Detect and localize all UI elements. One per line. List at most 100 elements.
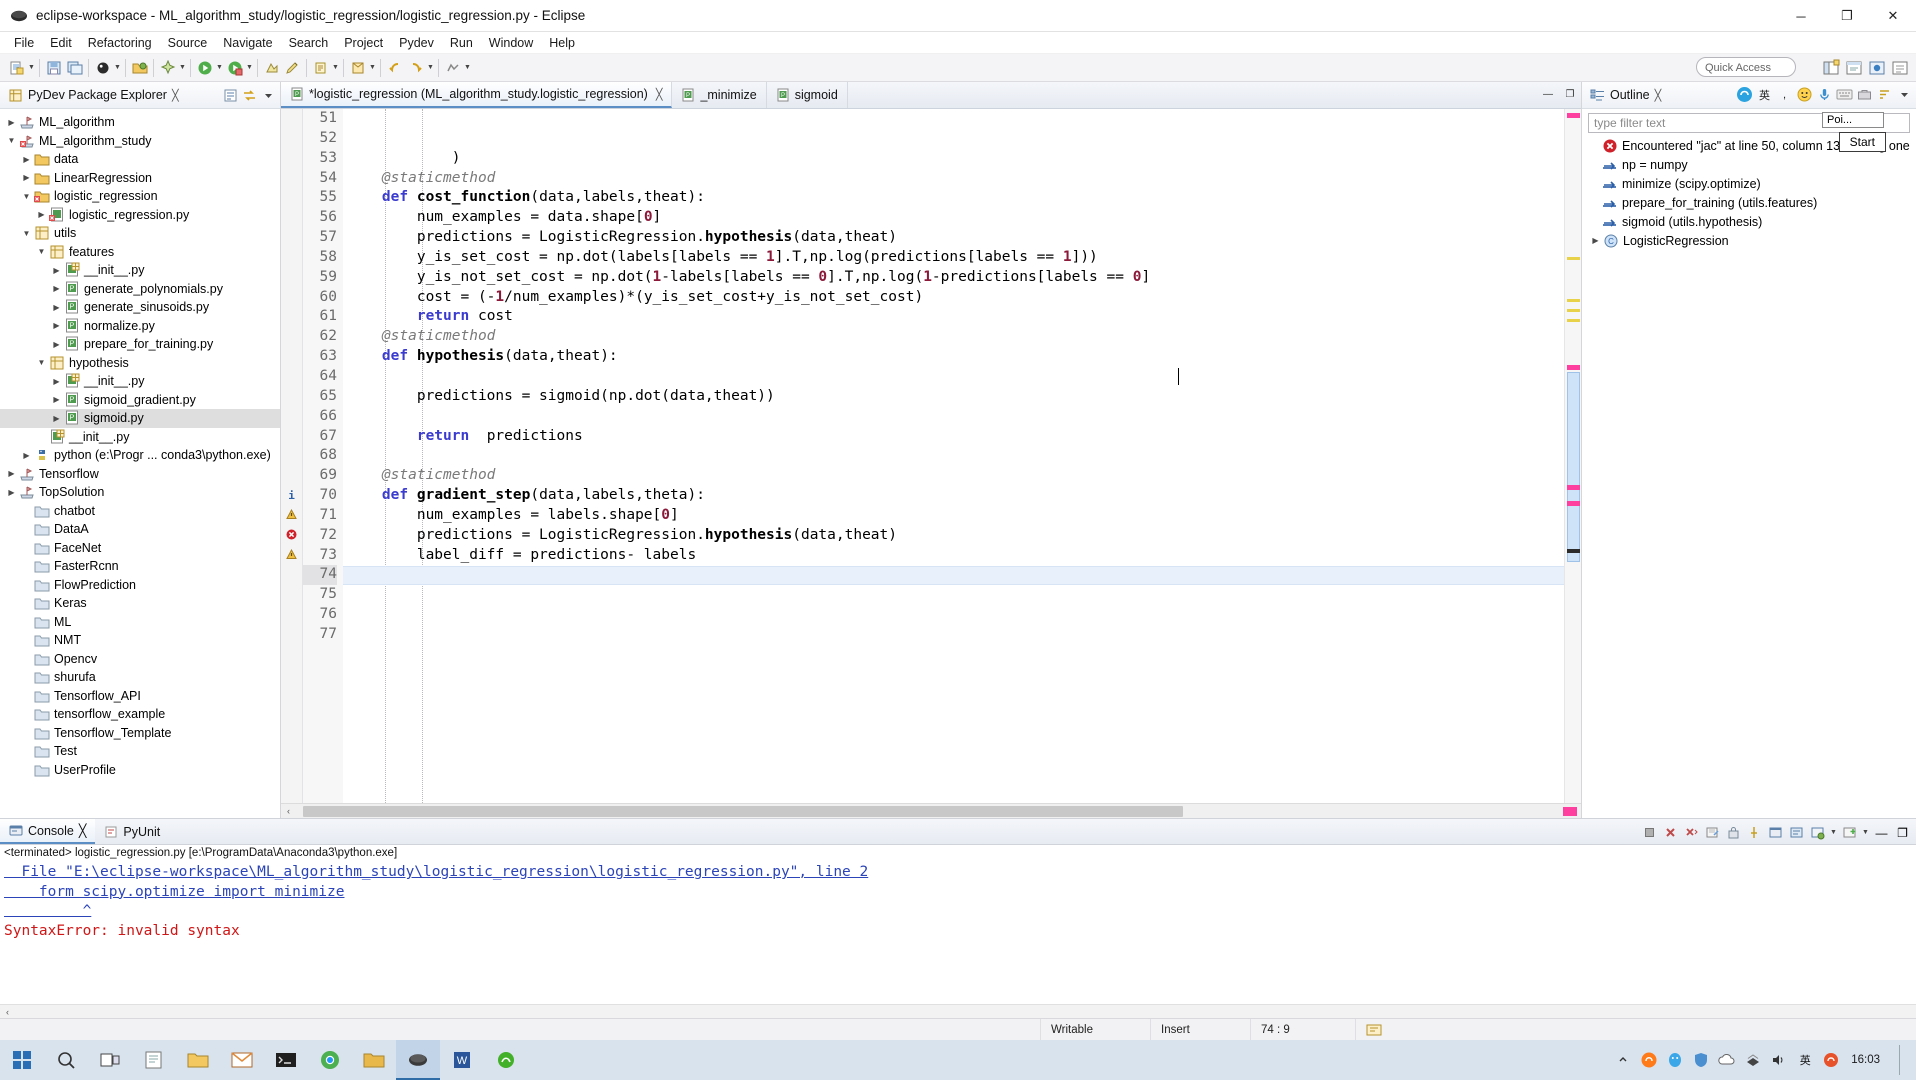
code-line[interactable]: def gradient_step(data,labels,theta): [343, 486, 1564, 506]
save-icon[interactable] [43, 57, 64, 78]
tree-item[interactable]: NMT [0, 631, 280, 650]
tree-item[interactable]: tensorflow_example [0, 705, 280, 724]
code-line[interactable] [343, 625, 1564, 645]
tray-volume-icon[interactable] [1767, 1040, 1791, 1080]
maximize-console-icon[interactable]: ❐ [1893, 823, 1912, 842]
tray-onedrive-icon[interactable] [1715, 1040, 1739, 1080]
new-console-caret[interactable]: ▼ [1861, 822, 1870, 843]
open-type-icon[interactable] [129, 57, 150, 78]
chevron-right-icon[interactable]: ▶ [4, 118, 19, 127]
chevron-right-icon[interactable]: ▶ [49, 340, 64, 349]
warning-marker-icon[interactable] [281, 546, 302, 566]
code-line[interactable]: @staticmethod [343, 327, 1564, 347]
console-trace-line[interactable]: ^ [4, 902, 1912, 922]
menu-project[interactable]: Project [336, 34, 391, 52]
outline-item[interactable]: sigmoid (utils.hypothesis) [1582, 212, 1916, 231]
tree-item[interactable]: ▶ Pgenerate_sinusoids.py [0, 298, 280, 317]
tab-pydev-package-explorer[interactable]: PyDev Package Explorer ╳ [0, 82, 187, 109]
source-code[interactable]: ) @staticmethod def cost_function(data,l… [343, 109, 1564, 803]
outline-item[interactable]: minimize (scipy.optimize) [1582, 174, 1916, 193]
chevron-down-icon[interactable]: ▼ [19, 229, 34, 238]
chevron-right-icon[interactable]: ▶ [4, 488, 19, 497]
taskbar-app-explorer-icon[interactable] [352, 1040, 396, 1080]
overview-ruler[interactable] [1564, 109, 1581, 803]
code-line[interactable]: ) [343, 149, 1564, 169]
chevron-right-icon[interactable]: ▶ [4, 469, 19, 478]
run-dropdown-caret[interactable]: ▼ [215, 57, 224, 78]
tree-item[interactable]: ▶ TopSolution [0, 483, 280, 502]
show-console-icon[interactable] [1766, 823, 1785, 842]
chevron-right-icon[interactable]: ▶ [49, 284, 64, 293]
console-output[interactable]: File "E:\eclipse-workspace\ML_algorithm_… [0, 861, 1916, 1004]
scrollbar-thumb[interactable] [303, 805, 1183, 817]
tree-item[interactable]: ▶ Psigmoid_gradient.py [0, 391, 280, 410]
tree-item[interactable]: Keras [0, 594, 280, 613]
menu-window[interactable]: Window [481, 34, 541, 52]
chevron-right-icon[interactable]: ▶ [49, 266, 64, 275]
console-trace-line[interactable]: form scipy.optimize import minimize [4, 883, 1912, 903]
tree-item[interactable]: Tensorflow_API [0, 687, 280, 706]
tree-item[interactable]: Tensorflow_Template [0, 724, 280, 743]
outline-item[interactable]: np = numpy [1582, 155, 1916, 174]
code-line[interactable]: y_is_not_set_cost = np.dot(1-labels[labe… [343, 268, 1564, 288]
perspective-more-icon[interactable] [1889, 57, 1910, 78]
tray-sogou-icon[interactable] [1637, 1040, 1661, 1080]
code-line[interactable]: return cost [343, 307, 1564, 327]
chevron-right-icon[interactable]: ▶ [49, 303, 64, 312]
code-line[interactable] [343, 605, 1564, 625]
info-marker-icon[interactable]: i [281, 486, 302, 506]
search-icon[interactable] [157, 57, 178, 78]
remove-launch-icon[interactable] [1661, 823, 1680, 842]
maximize-button[interactable]: ❐ [1824, 0, 1870, 32]
save-all-icon[interactable] [64, 57, 85, 78]
remove-all-icon[interactable] [1682, 823, 1701, 842]
tree-item[interactable]: ▶ ML_algorithm [0, 113, 280, 132]
code-line[interactable]: num_examples = labels.shape[0] [343, 506, 1564, 526]
code-area[interactable]: i 51 52 53 54 55 56 57 58 59 60 61 62 63 64 65 66 67 68 69… [281, 109, 1581, 803]
start-button-icon[interactable] [0, 1040, 44, 1080]
chevron-down-icon[interactable]: ▼ [34, 358, 49, 367]
taskbar-app-folder-icon[interactable] [176, 1040, 220, 1080]
tree-item[interactable]: ▼ hypothesis [0, 354, 280, 373]
run-alt-icon[interactable] [224, 57, 245, 78]
run-alt-dropdown-caret[interactable]: ▼ [245, 57, 254, 78]
keyboard-icon[interactable] [1835, 85, 1854, 104]
forward-dropdown-caret[interactable]: ▼ [426, 57, 435, 78]
pydev-package-icon[interactable] [347, 57, 368, 78]
tree-item[interactable]: ▶ __init__.py [0, 372, 280, 391]
menu-refactoring[interactable]: Refactoring [80, 34, 160, 52]
new-console-icon[interactable] [1840, 823, 1859, 842]
debug-last-icon[interactable] [92, 57, 113, 78]
perspective-debug-icon[interactable] [1866, 57, 1887, 78]
tab-sigmoid[interactable]: P sigmoid [767, 82, 848, 108]
close-button[interactable]: ✕ [1870, 0, 1916, 32]
ime-punct-icon[interactable]: , [1775, 85, 1794, 104]
code-line[interactable]: @staticmethod [343, 169, 1564, 189]
console-trace-line[interactable]: File "E:\eclipse-workspace\ML_algorithm_… [4, 863, 1912, 883]
tree-item[interactable]: ML [0, 613, 280, 632]
status-smart-insert-icon[interactable] [1355, 1018, 1395, 1041]
chevron-right-icon[interactable]: ▶ [19, 173, 34, 182]
tree-item[interactable]: ▶ Pgenerate_polynomials.py [0, 280, 280, 299]
last-edit-caret[interactable]: ▼ [463, 57, 472, 78]
sogou-input-icon[interactable] [1735, 85, 1754, 104]
code-line[interactable] [343, 585, 1564, 605]
last-edit-icon[interactable] [442, 57, 463, 78]
chevron-right-icon[interactable]: ▶ [49, 377, 64, 386]
toolbox-icon[interactable] [1855, 85, 1874, 104]
tree-item[interactable]: chatbot [0, 502, 280, 521]
project-tree[interactable]: ▶ ML_algorithm ▼ ML_algorithm_study ▶ data ▶ Li… [0, 109, 280, 818]
collapse-all-icon[interactable] [222, 87, 238, 103]
tree-item[interactable]: ▼ features [0, 243, 280, 262]
tree-item[interactable]: ▶ Pprepare_for_training.py [0, 335, 280, 354]
tree-item[interactable]: ▶ __init__.py [0, 261, 280, 280]
outline-item[interactable]: ▶ C LogisticRegression [1582, 231, 1916, 250]
tree-item[interactable]: ▶ logistic_regression.py [0, 206, 280, 225]
tree-item[interactable]: __init__.py [0, 428, 280, 447]
outline-tree[interactable]: Encountered "jac" at line 50, column 13.… [1582, 136, 1916, 250]
tree-item[interactable]: FaceNet [0, 539, 280, 558]
tray-sogou-pinyin-icon[interactable] [1819, 1040, 1843, 1080]
console-scroll-left-icon[interactable]: ‹ [0, 1007, 15, 1017]
minimize-console-icon[interactable]: — [1872, 823, 1891, 842]
chevron-right-icon[interactable]: ▶ [49, 321, 64, 330]
